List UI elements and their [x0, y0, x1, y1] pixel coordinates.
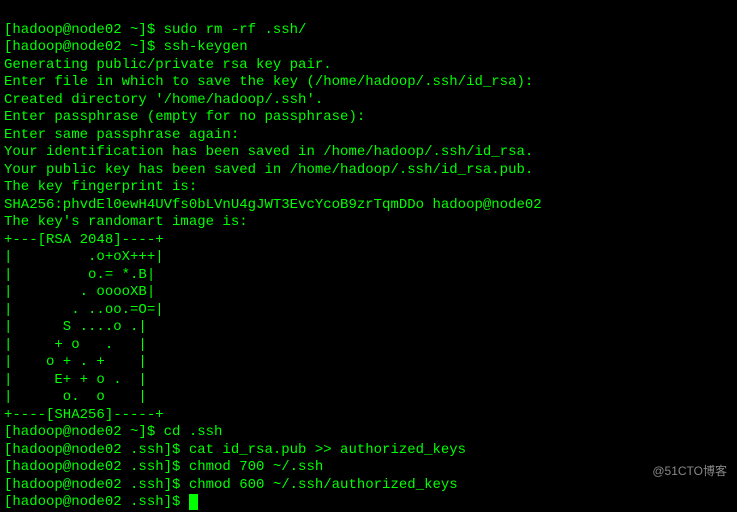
- terminal-line: Enter same passphrase again:: [4, 127, 239, 143]
- terminal-line: | E+ + o . |: [4, 372, 147, 388]
- terminal-line: Enter file in which to save the key (/ho…: [4, 74, 533, 90]
- terminal-output[interactable]: [hadoop@node02 ~]$ sudo rm -rf .ssh/ [ha…: [4, 4, 733, 512]
- watermark-text: @51CTO博客: [652, 464, 727, 479]
- cursor-icon: [189, 494, 198, 510]
- terminal-line: Your public key has been saved in /home/…: [4, 162, 533, 178]
- terminal-line: [hadoop@node02 ~]$ ssh-keygen: [4, 39, 248, 55]
- terminal-line: [hadoop@node02 .ssh]$ chmod 700 ~/.ssh: [4, 459, 323, 475]
- terminal-line: | . ..oo.=O=|: [4, 302, 164, 318]
- terminal-line: [hadoop@node02 .ssh]$ cat id_rsa.pub >> …: [4, 442, 466, 458]
- terminal-prompt-line: [hadoop@node02 .ssh]$: [4, 494, 189, 510]
- terminal-line: | o + . + |: [4, 354, 147, 370]
- terminal-line: | o. o |: [4, 389, 147, 405]
- terminal-line: | . ooooXB|: [4, 284, 155, 300]
- terminal-line: +---[RSA 2048]----+: [4, 232, 164, 248]
- terminal-line: The key's randomart image is:: [4, 214, 248, 230]
- terminal-line: [hadoop@node02 ~]$ cd .ssh: [4, 424, 222, 440]
- terminal-line: | .o+oX+++|: [4, 249, 164, 265]
- terminal-line: +----[SHA256]-----+: [4, 407, 164, 423]
- terminal-line: Created directory '/home/hadoop/.ssh'.: [4, 92, 323, 108]
- terminal-line: Generating public/private rsa key pair.: [4, 57, 332, 73]
- terminal-line: Your identification has been saved in /h…: [4, 144, 533, 160]
- terminal-line: | + o . |: [4, 337, 147, 353]
- terminal-line: | S ....o .|: [4, 319, 147, 335]
- terminal-line: The key fingerprint is:: [4, 179, 197, 195]
- terminal-line: Enter passphrase (empty for no passphras…: [4, 109, 365, 125]
- terminal-line: [hadoop@node02 ~]$ sudo rm -rf .ssh/: [4, 22, 306, 38]
- terminal-line: [hadoop@node02 .ssh]$ chmod 600 ~/.ssh/a…: [4, 477, 458, 493]
- terminal-line: | o.= *.B|: [4, 267, 155, 283]
- terminal-line: SHA256:phvdEl0ewH4UVfs0bLVnU4gJWT3EvcYco…: [4, 197, 542, 213]
